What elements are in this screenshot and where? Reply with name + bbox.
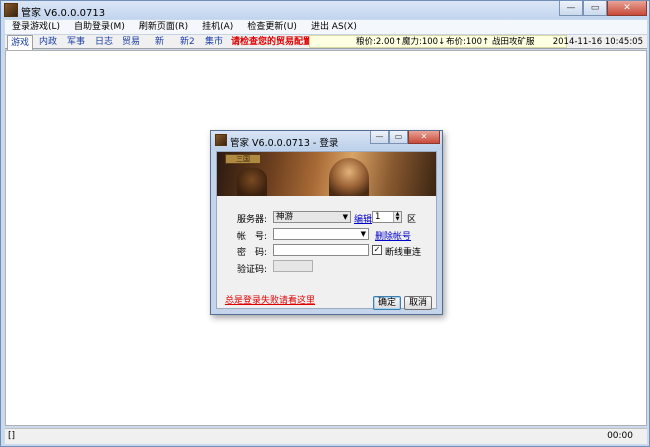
delete-account-link[interactable]: 删除帐号 <box>375 229 411 242</box>
server-select-value: 神游 <box>276 212 294 222</box>
edit-server-link[interactable]: 编辑 <box>354 212 372 225</box>
account-select[interactable]: ▼ <box>273 228 369 240</box>
status-bar: [] 00:00 <box>5 428 647 444</box>
menu-auto-login[interactable]: 自助登录(M) <box>67 20 132 34</box>
dialog-title-bar: 管家 V6.0.0.0713 - 登录 — ▭ ✕ <box>211 131 442 150</box>
tab-market[interactable]: 集市 <box>205 35 223 49</box>
reconnect-label: 断线重连 <box>385 248 422 258</box>
menu-bar: 登录游戏(L) 自助登录(M) 刷新页面(R) 挂机(A) 检查更新(U) 进出… <box>5 20 647 35</box>
banner-logo: 三国 <box>225 154 261 164</box>
dialog-title: 管家 V6.0.0.0713 - 登录 <box>230 138 339 149</box>
dialog-maximize-button[interactable]: ▭ <box>389 131 408 144</box>
banner-warrior-figure <box>329 158 369 196</box>
banner-figure-left <box>237 168 267 196</box>
menu-enter-exit-as[interactable]: 进出 AS(X) <box>304 20 364 34</box>
trade-config-notice[interactable]: 请检查您的贸易配置 <box>231 35 312 49</box>
cancel-button[interactable]: 取消 <box>404 296 432 310</box>
game-banner-image: 三国 <box>217 152 436 196</box>
grain-price: 粮价:2.00↑ <box>356 37 402 47</box>
mana-value: 魔力:100↓ <box>402 37 446 47</box>
server-label: 服务器: <box>237 215 268 225</box>
battle-info: 战田攻矿服 <box>492 37 535 47</box>
close-button[interactable]: ✕ <box>607 1 647 16</box>
tab-trade[interactable]: 贸易 <box>122 35 140 49</box>
dialog-minimize-button[interactable]: — <box>370 131 389 144</box>
login-help-link[interactable]: 总是登录失败请看这里 <box>225 293 315 306</box>
tab-log[interactable]: 日志 <box>95 35 113 49</box>
server-select[interactable]: 神游 ▼ <box>273 211 351 223</box>
captcha-label: 验证码: <box>237 265 268 275</box>
window-title: 管家 V6.0.0.0713 <box>21 8 106 19</box>
datetime-display: 2014-11-16 10:45:05 <box>552 37 643 47</box>
resource-bar: 粮价:2.00↑ 魔力:100↓ 布价:100↑ 战田攻矿服 <box>309 35 567 48</box>
password-field[interactable] <box>273 244 369 256</box>
dialog-close-button[interactable]: ✕ <box>408 131 440 144</box>
dialog-body: 三国 服务器: 神游 ▼ 编辑 1 ▲ ▼ 区 帐 号: ▼ 删除帐号 密 码:… <box>216 151 437 310</box>
status-left-text: [] <box>8 431 16 441</box>
zone-value: 1 <box>375 212 381 222</box>
tab-new2[interactable]: 新2 <box>180 35 195 49</box>
app-icon <box>4 3 18 17</box>
cloth-price: 布价:100↑ <box>446 37 490 47</box>
tab-bar: 游戏 内政 军事 日志 贸易 新 新2 集市 请检查您的贸易配置 粮价:2.00… <box>5 35 647 50</box>
zone-stepper[interactable]: 1 ▲ ▼ <box>372 211 402 223</box>
menu-check-update[interactable]: 检查更新(U) <box>240 20 304 34</box>
tab-new[interactable]: 新 <box>155 35 164 49</box>
ok-button[interactable]: 确定 <box>373 296 401 310</box>
zone-suffix-label: 区 <box>407 215 417 225</box>
dialog-app-icon <box>215 134 227 146</box>
status-timer: 00:00 <box>607 431 633 441</box>
password-label: 密 码: <box>237 248 268 258</box>
tab-military[interactable]: 军事 <box>67 35 85 49</box>
tab-game[interactable]: 游戏 <box>7 35 34 50</box>
account-label: 帐 号: <box>237 232 268 242</box>
maximize-button[interactable]: ▭ <box>583 1 607 16</box>
stepper-down-icon[interactable]: ▼ <box>393 217 401 222</box>
menu-idle[interactable]: 挂机(A) <box>195 20 240 34</box>
chevron-down-icon: ▼ <box>360 230 366 238</box>
title-bar: 管家 V6.0.0.0713 — ▭ ✕ <box>1 1 649 19</box>
minimize-button[interactable]: — <box>559 1 583 16</box>
menu-login-game[interactable]: 登录游戏(L) <box>5 20 67 34</box>
chevron-down-icon: ▼ <box>342 213 348 221</box>
login-dialog: 管家 V6.0.0.0713 - 登录 — ▭ ✕ 三国 服务器: 神游 ▼ 编… <box>210 130 443 315</box>
reconnect-checkbox[interactable]: ✓ <box>372 245 382 255</box>
menu-refresh[interactable]: 刷新页面(R) <box>132 20 195 34</box>
captcha-field[interactable] <box>273 260 313 272</box>
tab-internal-affairs[interactable]: 内政 <box>39 35 57 49</box>
